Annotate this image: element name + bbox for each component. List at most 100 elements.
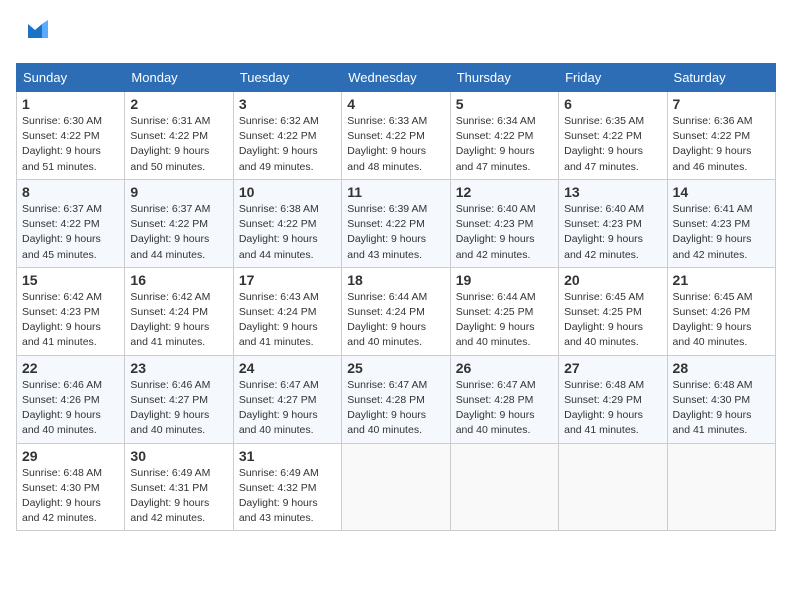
- day-number: 25: [347, 360, 444, 376]
- day-number: 5: [456, 96, 553, 112]
- weekday-header-thursday: Thursday: [450, 64, 558, 92]
- day-detail: Sunrise: 6:42 AMSunset: 4:24 PMDaylight:…: [130, 290, 227, 351]
- week-row-4: 22 Sunrise: 6:46 AMSunset: 4:26 PMDayligh…: [17, 355, 776, 443]
- day-number: 21: [673, 272, 770, 288]
- calendar-table: SundayMondayTuesdayWednesdayThursdayFrid…: [16, 63, 776, 531]
- calendar-cell: 27Sunrise: 6:48 AMSunset: 4:29 PMDayligh…: [559, 355, 667, 443]
- weekday-header-tuesday: Tuesday: [233, 64, 341, 92]
- calendar-cell: 23 Sunrise: 6:46 AMSunset: 4:27 PMDayligh…: [125, 355, 233, 443]
- weekday-header-monday: Monday: [125, 64, 233, 92]
- calendar-cell: 25 Sunrise: 6:47 AMSunset: 4:28 PMDayligh…: [342, 355, 450, 443]
- day-number: 17: [239, 272, 336, 288]
- day-number: 19: [456, 272, 553, 288]
- day-number: 4: [347, 96, 444, 112]
- day-number: 12: [456, 184, 553, 200]
- day-number: 11: [347, 184, 444, 200]
- day-detail: Sunrise: 6:36 AMSunset: 4:22 PMDaylight:…: [673, 114, 770, 175]
- day-number: 6: [564, 96, 661, 112]
- day-number: 8: [22, 184, 119, 200]
- calendar-cell: 18 Sunrise: 6:44 AMSunset: 4:24 PMDayligh…: [342, 267, 450, 355]
- day-number: 1: [22, 96, 119, 112]
- calendar-cell: 4 Sunrise: 6:33 AMSunset: 4:22 PMDaylight…: [342, 92, 450, 180]
- weekday-header-sunday: Sunday: [17, 64, 125, 92]
- day-detail: Sunrise: 6:41 AMSunset: 4:23 PMDaylight:…: [673, 202, 770, 263]
- day-detail: Sunrise: 6:32 AMSunset: 4:22 PMDaylight:…: [239, 114, 336, 175]
- day-detail: Sunrise: 6:49 AMSunset: 4:31 PMDaylight:…: [130, 466, 227, 527]
- logo: [16, 16, 50, 51]
- calendar-cell: 20Sunrise: 6:45 AMSunset: 4:25 PMDayligh…: [559, 267, 667, 355]
- day-number: 30: [130, 448, 227, 464]
- week-row-5: 29Sunrise: 6:48 AMSunset: 4:30 PMDayligh…: [17, 443, 776, 531]
- day-number: 28: [673, 360, 770, 376]
- day-detail: Sunrise: 6:44 AMSunset: 4:24 PMDaylight:…: [347, 290, 444, 351]
- day-detail: Sunrise: 6:45 AMSunset: 4:26 PMDaylight:…: [673, 290, 770, 351]
- day-detail: Sunrise: 6:47 AMSunset: 4:28 PMDaylight:…: [347, 378, 444, 439]
- calendar-cell: 28 Sunrise: 6:48 AMSunset: 4:30 PMDayligh…: [667, 355, 775, 443]
- day-detail: Sunrise: 6:48 AMSunset: 4:30 PMDaylight:…: [673, 378, 770, 439]
- day-number: 9: [130, 184, 227, 200]
- calendar-cell: 17 Sunrise: 6:43 AMSunset: 4:24 PMDayligh…: [233, 267, 341, 355]
- calendar-cell: 15Sunrise: 6:42 AMSunset: 4:23 PMDayligh…: [17, 267, 125, 355]
- day-detail: Sunrise: 6:38 AMSunset: 4:22 PMDaylight:…: [239, 202, 336, 263]
- calendar-cell: 12 Sunrise: 6:40 AMSunset: 4:23 PMDayligh…: [450, 179, 558, 267]
- day-detail: Sunrise: 6:33 AMSunset: 4:22 PMDaylight:…: [347, 114, 444, 175]
- day-number: 31: [239, 448, 336, 464]
- calendar-cell: [667, 443, 775, 531]
- day-detail: Sunrise: 6:47 AMSunset: 4:27 PMDaylight:…: [239, 378, 336, 439]
- day-number: 2: [130, 96, 227, 112]
- day-number: 22: [22, 360, 119, 376]
- day-number: 14: [673, 184, 770, 200]
- day-detail: Sunrise: 6:40 AMSunset: 4:23 PMDaylight:…: [456, 202, 553, 263]
- day-number: 18: [347, 272, 444, 288]
- calendar-cell: 30 Sunrise: 6:49 AMSunset: 4:31 PMDayligh…: [125, 443, 233, 531]
- week-row-1: 1 Sunrise: 6:30 AMSunset: 4:22 PMDaylight…: [17, 92, 776, 180]
- day-detail: Sunrise: 6:43 AMSunset: 4:24 PMDaylight:…: [239, 290, 336, 351]
- calendar-cell: 14 Sunrise: 6:41 AMSunset: 4:23 PMDayligh…: [667, 179, 775, 267]
- calendar-cell: 3 Sunrise: 6:32 AMSunset: 4:22 PMDaylight…: [233, 92, 341, 180]
- calendar-cell: [450, 443, 558, 531]
- calendar-cell: 24 Sunrise: 6:47 AMSunset: 4:27 PMDayligh…: [233, 355, 341, 443]
- day-detail: Sunrise: 6:46 AMSunset: 4:27 PMDaylight:…: [130, 378, 227, 439]
- day-detail: Sunrise: 6:49 AMSunset: 4:32 PMDaylight:…: [239, 466, 336, 527]
- calendar-cell: [342, 443, 450, 531]
- day-detail: Sunrise: 6:48 AMSunset: 4:29 PMDaylight:…: [564, 378, 661, 439]
- day-number: 3: [239, 96, 336, 112]
- day-detail: Sunrise: 6:44 AMSunset: 4:25 PMDaylight:…: [456, 290, 553, 351]
- day-detail: Sunrise: 6:34 AMSunset: 4:22 PMDaylight:…: [456, 114, 553, 175]
- day-number: 7: [673, 96, 770, 112]
- day-number: 24: [239, 360, 336, 376]
- day-detail: Sunrise: 6:31 AMSunset: 4:22 PMDaylight:…: [130, 114, 227, 175]
- day-detail: Sunrise: 6:46 AMSunset: 4:26 PMDaylight:…: [22, 378, 119, 439]
- day-detail: Sunrise: 6:47 AMSunset: 4:28 PMDaylight:…: [456, 378, 553, 439]
- calendar-cell: 6Sunrise: 6:35 AMSunset: 4:22 PMDaylight…: [559, 92, 667, 180]
- calendar-cell: 1 Sunrise: 6:30 AMSunset: 4:22 PMDaylight…: [17, 92, 125, 180]
- day-number: 13: [564, 184, 661, 200]
- calendar-cell: 10 Sunrise: 6:38 AMSunset: 4:22 PMDayligh…: [233, 179, 341, 267]
- day-detail: Sunrise: 6:42 AMSunset: 4:23 PMDaylight:…: [22, 290, 119, 351]
- calendar-cell: 9Sunrise: 6:37 AMSunset: 4:22 PMDaylight…: [125, 179, 233, 267]
- day-number: 23: [130, 360, 227, 376]
- calendar-cell: 31 Sunrise: 6:49 AMSunset: 4:32 PMDayligh…: [233, 443, 341, 531]
- day-detail: Sunrise: 6:30 AMSunset: 4:22 PMDaylight:…: [22, 114, 119, 175]
- calendar-cell: [559, 443, 667, 531]
- day-detail: Sunrise: 6:37 AMSunset: 4:22 PMDaylight:…: [22, 202, 119, 263]
- day-number: 26: [456, 360, 553, 376]
- calendar-cell: 2 Sunrise: 6:31 AMSunset: 4:22 PMDaylight…: [125, 92, 233, 180]
- calendar-cell: 16 Sunrise: 6:42 AMSunset: 4:24 PMDayligh…: [125, 267, 233, 355]
- weekday-header-row: SundayMondayTuesdayWednesdayThursdayFrid…: [17, 64, 776, 92]
- calendar-cell: 26 Sunrise: 6:47 AMSunset: 4:28 PMDayligh…: [450, 355, 558, 443]
- calendar-cell: 29Sunrise: 6:48 AMSunset: 4:30 PMDayligh…: [17, 443, 125, 531]
- logo-icon: [20, 16, 50, 51]
- calendar-cell: 21 Sunrise: 6:45 AMSunset: 4:26 PMDayligh…: [667, 267, 775, 355]
- page-header: [16, 16, 776, 51]
- calendar-cell: 11Sunrise: 6:39 AMSunset: 4:22 PMDayligh…: [342, 179, 450, 267]
- calendar-cell: 22 Sunrise: 6:46 AMSunset: 4:26 PMDayligh…: [17, 355, 125, 443]
- calendar-cell: 7 Sunrise: 6:36 AMSunset: 4:22 PMDaylight…: [667, 92, 775, 180]
- day-number: 16: [130, 272, 227, 288]
- calendar-cell: 5 Sunrise: 6:34 AMSunset: 4:22 PMDaylight…: [450, 92, 558, 180]
- day-number: 10: [239, 184, 336, 200]
- day-number: 20: [564, 272, 661, 288]
- weekday-header-saturday: Saturday: [667, 64, 775, 92]
- day-detail: Sunrise: 6:40 AMSunset: 4:23 PMDaylight:…: [564, 202, 661, 263]
- weekday-header-wednesday: Wednesday: [342, 64, 450, 92]
